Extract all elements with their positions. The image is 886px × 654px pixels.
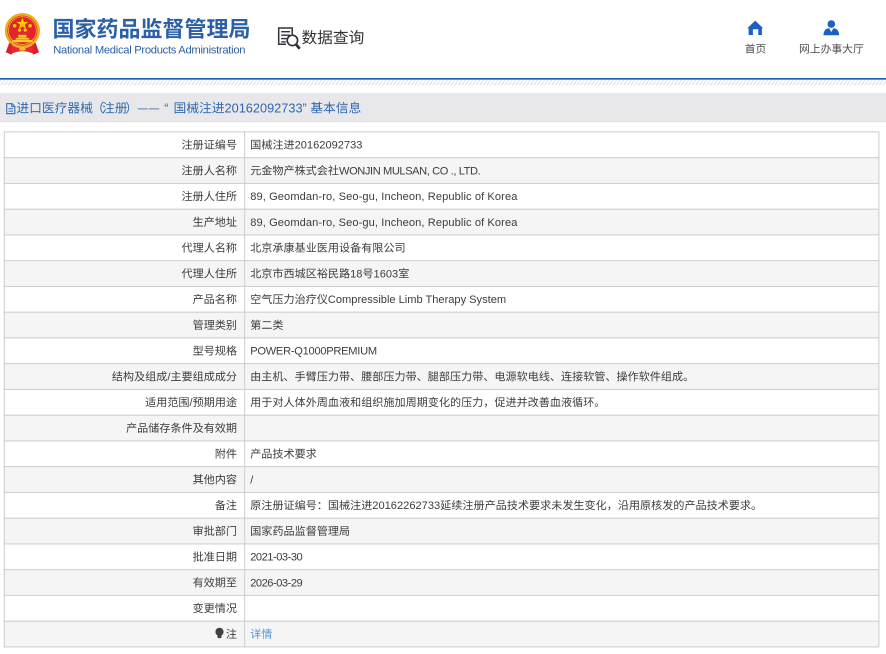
- svg-text:2021-03-30: 2021-03-30: [250, 552, 303, 564]
- svg-text:”: ”: [303, 101, 307, 116]
- svg-text:Compressible Limb Therapy Syst: Compressible Limb Therapy System: [328, 294, 506, 306]
- svg-text:20162262733: 20162262733: [372, 500, 440, 512]
- svg-text:1603: 1603: [374, 268, 399, 280]
- svg-text:20162092733: 20162092733: [225, 101, 303, 116]
- svg-text:“: “: [164, 101, 168, 116]
- svg-text:POWER-Q1000PREMIUM: POWER-Q1000PREMIUM: [250, 346, 377, 358]
- svg-text:National Medical Products Admi: National Medical Products Administration: [53, 45, 245, 57]
- svg-text:2026-03-29: 2026-03-29: [250, 577, 303, 589]
- svg-text:89, Geomdan-ro, Seo-gu, Incheo: 89, Geomdan-ro, Seo-gu, Incheon, Republi…: [250, 217, 518, 229]
- svg-text:WONJIN MULSAN, CO ., LTD.: WONJIN MULSAN, CO ., LTD.: [339, 165, 481, 177]
- svg-text:89, Geomdan-ro, Seo-gu, Incheo: 89, Geomdan-ro, Seo-gu, Incheon, Republi…: [250, 191, 518, 203]
- svg-text:20162092733: 20162092733: [295, 140, 363, 152]
- svg-text:18: 18: [350, 268, 362, 280]
